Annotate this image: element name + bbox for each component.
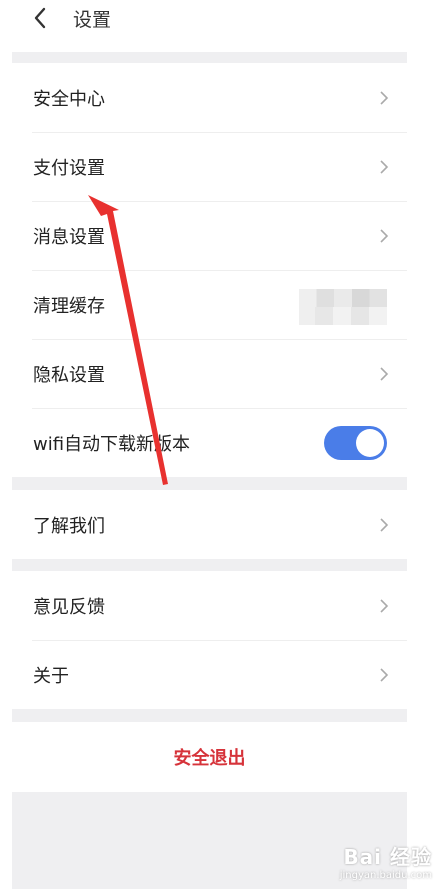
- chevron-right-icon: [380, 159, 389, 174]
- settings-row-clear-cache[interactable]: 清理缓存: [12, 270, 407, 339]
- row-label: 隐私设置: [33, 364, 105, 386]
- row-label: 了解我们: [33, 515, 105, 537]
- chevron-right-icon: [380, 366, 389, 381]
- settings-group-feedback: 意见反馈 关于: [12, 571, 407, 709]
- page-title: 设置: [73, 9, 112, 31]
- settings-row-wifi-auto-download: wifi自动下载新版本: [12, 408, 407, 477]
- watermark-url: jingyan.baidu.com: [339, 870, 432, 881]
- header-bar: 设置: [12, 0, 407, 52]
- row-label: 关于: [33, 665, 69, 687]
- settings-row-about-us[interactable]: 了解我们: [12, 490, 407, 559]
- settings-row-feedback[interactable]: 意见反馈: [12, 571, 407, 640]
- row-label: 消息设置: [33, 226, 105, 248]
- wifi-auto-download-toggle[interactable]: [324, 425, 387, 460]
- row-label: 清理缓存: [33, 295, 105, 317]
- logout-label: 安全退出: [173, 748, 246, 769]
- chevron-right-icon: [380, 667, 389, 682]
- settings-row-about[interactable]: 关于: [12, 640, 407, 709]
- settings-row-security-center[interactable]: 安全中心: [12, 63, 407, 132]
- chevron-right-icon: [380, 517, 389, 532]
- settings-group-about-us: 了解我们: [12, 490, 407, 559]
- chevron-left-icon: [34, 7, 46, 29]
- chevron-right-icon: [380, 90, 389, 105]
- settings-screen: 设置 安全中心 支付设置 消息设置 清理缓存 隐私设置 wifi自动下载新版本: [12, 0, 407, 889]
- settings-row-privacy-settings[interactable]: 隐私设置: [12, 339, 407, 408]
- toggle-knob: [356, 428, 384, 457]
- back-button[interactable]: [26, 4, 54, 32]
- row-label: 安全中心: [33, 88, 105, 110]
- cache-size-blurred: [299, 289, 387, 325]
- logout-button[interactable]: 安全退出: [12, 722, 407, 792]
- chevron-right-icon: [380, 598, 389, 613]
- row-label: 意见反馈: [33, 596, 105, 618]
- settings-row-message-settings[interactable]: 消息设置: [12, 201, 407, 270]
- row-label: wifi自动下载新版本: [33, 433, 191, 455]
- settings-group-main: 安全中心 支付设置 消息设置 清理缓存 隐私设置 wifi自动下载新版本: [12, 63, 407, 477]
- row-label: 支付设置: [33, 157, 105, 179]
- chevron-right-icon: [380, 228, 389, 243]
- watermark-brand: Bai 经验: [343, 845, 432, 869]
- settings-row-payment-settings[interactable]: 支付设置: [12, 132, 407, 201]
- baidu-jingyan-watermark: Bai 经验 jingyan.baidu.com: [340, 841, 432, 881]
